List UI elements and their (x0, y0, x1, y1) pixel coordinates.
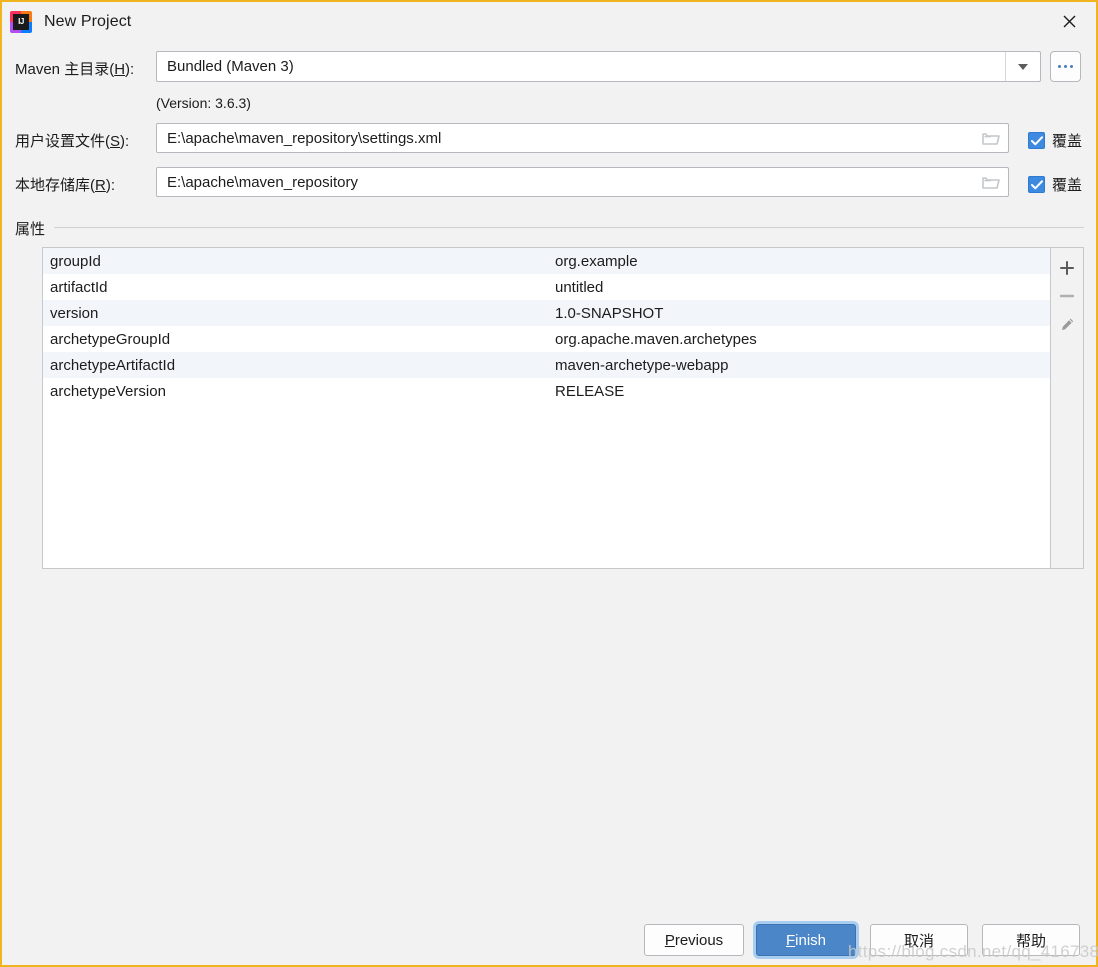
new-project-dialog: IJ New Project Maven 主目录(H): Bundled (Ma… (0, 0, 1098, 967)
local-repository-override-label: 覆盖 (1052, 177, 1083, 194)
close-icon (1063, 15, 1075, 27)
property-key: archetypeVersion (50, 382, 166, 400)
local-repository-input[interactable]: E:\apache\maven_repository (156, 167, 1009, 197)
plus-icon (1060, 261, 1074, 275)
check-icon (1030, 179, 1043, 189)
local-repository-mnemonic: R (95, 177, 106, 194)
intellij-idea-logo-icon: IJ (10, 10, 32, 33)
property-key: groupId (50, 252, 101, 270)
finish-mnemonic: F (785, 931, 796, 949)
table-row[interactable]: groupId org.example (43, 248, 1050, 274)
title-bar: IJ New Project (2, 2, 1096, 41)
property-value: untitled (555, 278, 604, 296)
property-key: artifactId (50, 278, 108, 296)
user-settings-file-input[interactable]: E:\apache\maven_repository\settings.xml (156, 123, 1009, 153)
close-button[interactable] (1052, 6, 1086, 36)
folder-icon (982, 176, 1000, 189)
local-repository-override-checkbox[interactable]: 覆盖 (1028, 174, 1082, 195)
properties-table[interactable]: groupId org.example artifactId untitled … (43, 248, 1050, 568)
dialog-title: New Project (44, 12, 132, 30)
properties-table-toolbar (1050, 248, 1083, 568)
table-row[interactable]: artifactId untitled (43, 274, 1050, 300)
local-repository-label: 本地存储库(R): (15, 177, 116, 194)
help-button[interactable]: 帮助 (982, 924, 1080, 956)
properties-section-divider (54, 227, 1084, 228)
user-settings-file-browse-button[interactable] (974, 124, 1008, 152)
property-key: archetypeGroupId (50, 330, 171, 348)
maven-home-dropdown-button[interactable] (1005, 52, 1040, 81)
add-property-button[interactable] (1052, 254, 1082, 282)
property-key: version (50, 304, 99, 322)
user-settings-file-mnemonic: S (110, 133, 121, 150)
folder-icon (982, 132, 1000, 145)
checkbox-checked-box[interactable] (1028, 176, 1045, 193)
maven-home-browse-button[interactable] (1050, 51, 1081, 82)
pencil-icon (1061, 318, 1073, 330)
maven-home-combobox[interactable]: Bundled (Maven 3) (156, 51, 1041, 82)
finish-button[interactable]: Finish (756, 924, 856, 956)
local-repository-browse-button[interactable] (974, 168, 1008, 196)
table-row[interactable]: archetypeVersion RELEASE (43, 378, 1050, 404)
property-value: RELEASE (555, 382, 625, 400)
check-icon (1030, 135, 1043, 145)
user-settings-file-value[interactable]: E:\apache\maven_repository\settings.xml (157, 130, 974, 147)
properties-table-panel: groupId org.example artifactId untitled … (42, 247, 1084, 569)
maven-home-value[interactable]: Bundled (Maven 3) (157, 58, 1005, 75)
remove-property-button[interactable] (1052, 282, 1082, 310)
app-icon-letters: IJ (18, 16, 24, 26)
property-value: org.apache.maven.archetypes (555, 330, 757, 348)
edit-property-button[interactable] (1052, 310, 1082, 338)
ellipsis-icon (1058, 65, 1073, 68)
chevron-down-icon (1018, 63, 1028, 70)
local-repository-value[interactable]: E:\apache\maven_repository (157, 174, 974, 191)
property-key: archetypeArtifactId (50, 356, 176, 374)
table-row[interactable]: archetypeArtifactId maven-archetype-weba… (43, 352, 1050, 378)
user-settings-override-label: 覆盖 (1052, 133, 1083, 150)
checkbox-checked-box[interactable] (1028, 132, 1045, 149)
properties-section-title: 属性 (15, 221, 46, 238)
user-settings-override-checkbox[interactable]: 覆盖 (1028, 130, 1082, 151)
property-value: org.example (555, 252, 638, 270)
previous-mnemonic: P (664, 931, 675, 949)
user-settings-file-label: 用户设置文件(S): (15, 133, 130, 150)
table-row[interactable]: version 1.0-SNAPSHOT (43, 300, 1050, 326)
table-row[interactable]: archetypeGroupId org.apache.maven.archet… (43, 326, 1050, 352)
property-value: 1.0-SNAPSHOT (555, 304, 664, 322)
property-value: maven-archetype-webapp (555, 356, 729, 374)
maven-version-note: (Version: 3.6.3) (156, 95, 251, 111)
maven-home-label: Maven 主目录(H): (15, 61, 135, 78)
maven-home-mnemonic: H (114, 61, 126, 78)
previous-button[interactable]: Previous (644, 924, 744, 956)
minus-icon (1060, 294, 1074, 298)
cancel-button[interactable]: 取消 (870, 924, 968, 956)
